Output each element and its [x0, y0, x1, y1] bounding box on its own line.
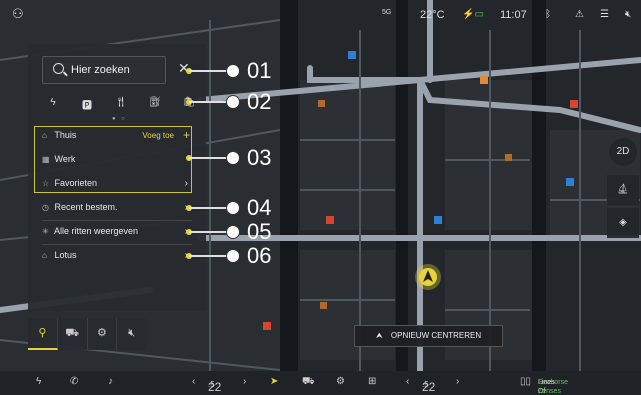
recent-item[interactable]: ◷ Recent bestem. › — [42, 202, 190, 220]
add-home-label[interactable]: Voeg toe — [142, 131, 174, 140]
asterisk-icon: ✳ — [42, 227, 49, 236]
fuel-icon[interactable]: ⛽︎ — [148, 97, 162, 113]
charging-dock-icon[interactable]: ϟ — [36, 376, 41, 387]
clock: 11:07 — [500, 9, 527, 21]
callout-number: 03 — [247, 145, 272, 170]
home-icon: ⌂ — [42, 131, 47, 140]
lotus-icon: ⌂ — [42, 251, 47, 260]
work-label: Werk — [54, 154, 76, 164]
work-icon: ▦ — [42, 155, 50, 164]
callout-03: 03 — [189, 145, 271, 170]
callout-number: 06 — [247, 243, 272, 268]
apps-icon[interactable]: ⊞ — [368, 376, 376, 387]
page-dots: ● ○ — [112, 116, 127, 122]
media-artist: Seahorse Zenses — [538, 379, 568, 395]
search-icon — [53, 63, 64, 74]
search-placeholder: Hier zoeken — [71, 64, 130, 76]
recenter-button[interactable]: ⮝ OPNIEUW CENTREREN — [354, 325, 503, 347]
seat-heat-icon[interactable]: ▯▯ — [520, 376, 531, 387]
car-tab-icon[interactable]: ⛟ — [58, 318, 88, 350]
signal-indicator: 5G — [382, 9, 392, 16]
callout-02: 02 — [189, 89, 271, 114]
parking-icon[interactable]: 🅿︎ — [80, 97, 94, 113]
work-item[interactable]: ▦ Werk — [42, 154, 190, 172]
home-item[interactable]: ⌂ Thuis Voeg toe + — [42, 128, 190, 148]
charging-icon[interactable]: ϟ — [46, 97, 60, 113]
temp-left-up-icon[interactable]: › — [243, 376, 246, 387]
route-options-icon[interactable]: ⛵︎ — [607, 175, 639, 205]
all-rides-item[interactable]: ✳ Alle ritten weergeven › — [42, 226, 190, 244]
car-dock-icon[interactable]: ⛟ — [302, 376, 315, 389]
navigation-arrow-icon: ⮝ — [375, 331, 383, 340]
callout-number: 01 — [247, 58, 272, 83]
settings-dock-icon[interactable]: ⚙ — [336, 376, 345, 387]
chevron-right-icon: › — [184, 178, 188, 189]
callout-number: 04 — [247, 195, 272, 220]
callout-05: 05 — [189, 219, 271, 244]
temperature-readout: 22°C — [420, 9, 445, 21]
star-icon: ☆ — [42, 179, 50, 188]
music-icon[interactable]: ♪ — [108, 376, 113, 387]
user-icon[interactable]: ⚇ — [12, 6, 24, 22]
temp-right-up-icon[interactable]: › — [456, 376, 459, 387]
recent-label: Recent bestem. — [54, 202, 118, 212]
divider — [42, 244, 192, 245]
alert-icon[interactable]: ⚠ — [575, 9, 584, 20]
mute-tab-icon[interactable]: 🔇︎ — [117, 318, 146, 350]
battery-charging-icon: ⚡▭ — [462, 9, 484, 20]
callout-number: 02 — [247, 89, 272, 114]
settings-sliders-icon[interactable]: ☰ — [600, 9, 609, 20]
callout-04: 04 — [189, 195, 271, 220]
status-bar: ⚇ 5G 22°C ⚡▭ 11:07 ᛒ ⚠ ☰ 🔇︎ — [0, 0, 641, 30]
view-mode-label: 2D — [616, 146, 630, 157]
volume-mute-icon[interactable]: 🔇︎ — [625, 9, 631, 20]
lotus-item[interactable]: ⌂ Lotus › — [42, 250, 190, 268]
phone-icon[interactable]: ✆ — [70, 376, 78, 387]
plus-icon[interactable]: + — [183, 128, 190, 142]
favorites-label: Favorieten — [54, 178, 98, 188]
recenter-label: OPNIEUW CENTREREN — [390, 331, 482, 340]
search-input[interactable]: Hier zoeken — [42, 56, 166, 84]
favorites-item[interactable]: ☆ Favorieten › — [42, 178, 190, 196]
callout-01: 01 — [189, 58, 271, 83]
bottom-dock: ϟ ✆ ♪ ‹ 22.5 › ➤ ⛟ ⚙ ⊞ ‹ 22.5 › ▯▯ Lines… — [0, 371, 641, 395]
restaurant-icon[interactable]: 🍴︎ — [114, 97, 128, 113]
home-label: Thuis — [54, 130, 77, 140]
view-mode-button[interactable]: 2D — [609, 138, 637, 166]
callout-number: 05 — [247, 219, 272, 244]
lotus-label: Lotus — [54, 250, 77, 260]
settings-tab-icon[interactable]: ⚙ — [88, 318, 118, 350]
callout-06: 06 — [189, 243, 271, 268]
panel-bottom-nav: ⚲ ⛟ ⚙ 🔇︎ — [28, 318, 146, 350]
temp-left-down-icon[interactable]: ‹ — [192, 376, 195, 387]
divider — [42, 220, 192, 221]
navigation-dock-icon[interactable]: ➤ — [270, 376, 278, 387]
search-panel: Hier zoeken ✕ ϟ 🅿︎ 🍴︎ ⛽︎ 🛍︎ ● ○ ⌂ Thuis … — [28, 44, 206, 311]
bluetooth-icon[interactable]: ᛒ — [545, 9, 551, 20]
layers-icon[interactable]: ◈ — [607, 208, 639, 238]
clock-icon: ◷ — [42, 203, 49, 212]
category-bar: ϟ 🅿︎ 🍴︎ ⛽︎ 🛍︎ — [46, 97, 196, 113]
temp-right-down-icon[interactable]: ‹ — [406, 376, 409, 387]
search-tab-icon[interactable]: ⚲ — [28, 318, 58, 350]
all-rides-label: Alle ritten weergeven — [54, 226, 139, 236]
